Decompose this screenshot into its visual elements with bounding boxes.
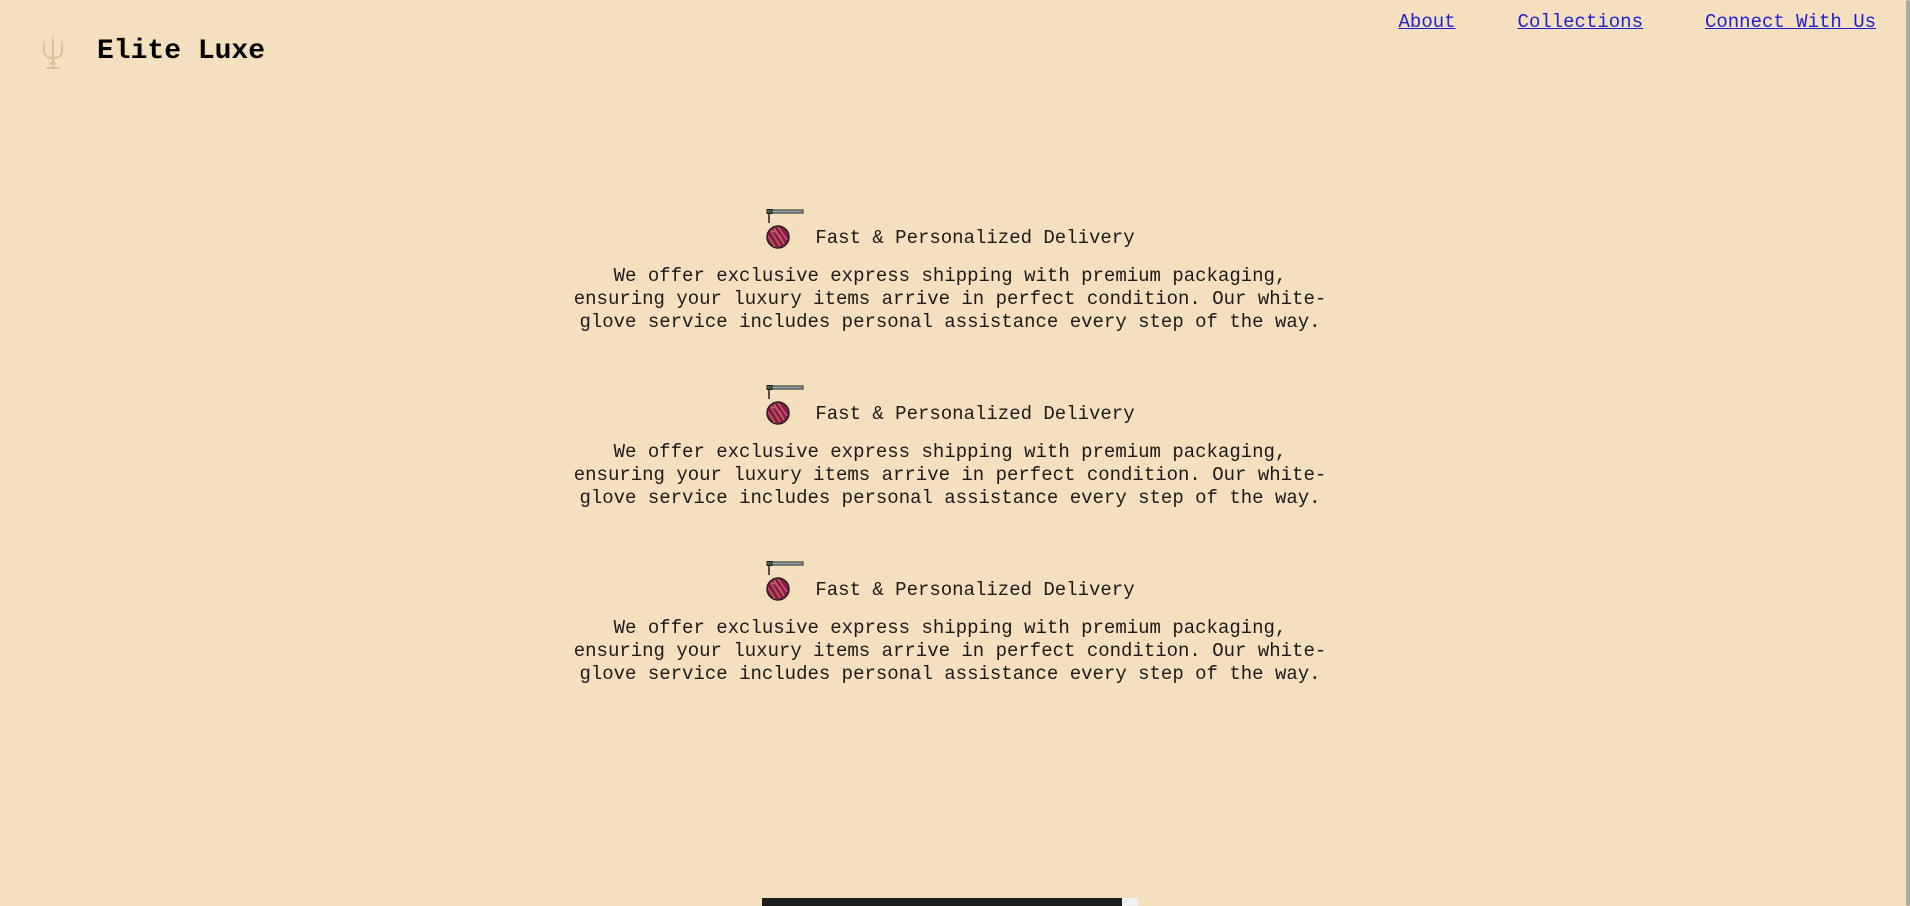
- feature-header: Fast & Personalized Delivery: [570, 205, 1330, 251]
- feature-title: Fast & Personalized Delivery: [815, 227, 1135, 249]
- feature-description: We offer exclusive express shipping with…: [573, 617, 1327, 685]
- nav-link-about[interactable]: About: [1399, 11, 1456, 33]
- main-nav: About Collections Connect With Us: [1399, 11, 1876, 33]
- feature-card: Fast & Personalized Delivery We offer ex…: [570, 205, 1330, 334]
- feature-card: Fast & Personalized Delivery We offer ex…: [570, 381, 1330, 510]
- page: Elite Luxe About Collections Connect Wit…: [0, 0, 1910, 906]
- yarn-ball-needle-icon: [766, 561, 804, 601]
- yarn-ball-needle-icon: [766, 385, 804, 425]
- brand-name: Elite Luxe: [97, 36, 266, 67]
- feature-header: Fast & Personalized Delivery: [570, 381, 1330, 427]
- feature-description: We offer exclusive express shipping with…: [573, 441, 1327, 509]
- scrollbar-track[interactable]: [1904, 0, 1910, 906]
- candelabra-icon: [42, 34, 64, 69]
- nav-link-collections[interactable]: Collections: [1518, 11, 1643, 33]
- yarn-ball-needle-icon: [766, 209, 804, 249]
- feature-header: Fast & Personalized Delivery: [570, 557, 1330, 603]
- scrollbar-thumb[interactable]: [1906, 0, 1910, 906]
- features-section: Fast & Personalized Delivery We offer ex…: [570, 205, 1330, 733]
- feature-title: Fast & Personalized Delivery: [815, 579, 1135, 601]
- bottom-partial-block: [762, 898, 1138, 906]
- feature-title: Fast & Personalized Delivery: [815, 403, 1135, 425]
- feature-card: Fast & Personalized Delivery We offer ex…: [570, 557, 1330, 686]
- feature-description: We offer exclusive express shipping with…: [573, 265, 1327, 333]
- nav-link-connect-with-us[interactable]: Connect With Us: [1705, 11, 1876, 33]
